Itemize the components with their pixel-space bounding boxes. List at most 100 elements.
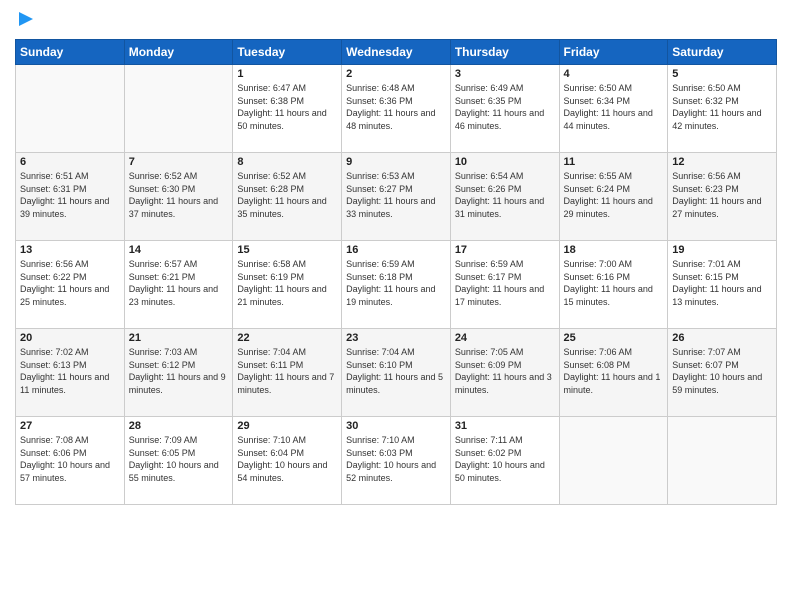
- day-info: Sunrise: 7:09 AM Sunset: 6:05 PM Dayligh…: [129, 434, 229, 484]
- weekday-header-wednesday: Wednesday: [342, 40, 451, 65]
- day-number: 21: [129, 332, 229, 344]
- day-info: Sunrise: 7:01 AM Sunset: 6:15 PM Dayligh…: [672, 258, 772, 308]
- day-number: 28: [129, 420, 229, 432]
- calendar-cell: 12 Sunrise: 6:56 AM Sunset: 6:23 PM Dayli…: [668, 153, 777, 241]
- calendar-cell: 6 Sunrise: 6:51 AM Sunset: 6:31 PM Daylig…: [16, 153, 125, 241]
- day-number: 23: [346, 332, 446, 344]
- calendar-cell: 30 Sunrise: 7:10 AM Sunset: 6:03 PM Dayli…: [342, 417, 451, 505]
- calendar-cell: 8 Sunrise: 6:52 AM Sunset: 6:28 PM Daylig…: [233, 153, 342, 241]
- calendar-cell: 19 Sunrise: 7:01 AM Sunset: 6:15 PM Dayli…: [668, 241, 777, 329]
- calendar-cell: 21Sunrise: 7:03 AM Sunset: 6:12 PM Dayli…: [124, 329, 233, 417]
- calendar-cell: 26 Sunrise: 7:07 AM Sunset: 6:07 PM Dayli…: [668, 329, 777, 417]
- weekday-header-saturday: Saturday: [668, 40, 777, 65]
- day-info: Sunrise: 7:05 AM Sunset: 6:09 PM Dayligh…: [455, 346, 555, 396]
- day-number: 25: [564, 332, 664, 344]
- day-info: Sunrise: 7:02 AM Sunset: 6:13 PM Dayligh…: [20, 346, 120, 396]
- day-info: Sunrise: 6:57 AM Sunset: 6:21 PM Dayligh…: [129, 258, 229, 308]
- day-number: 20: [20, 332, 120, 344]
- day-number: 19: [672, 244, 772, 256]
- day-number: 9: [346, 156, 446, 168]
- day-number: 17: [455, 244, 555, 256]
- day-info: Sunrise: 6:55 AM Sunset: 6:24 PM Dayligh…: [564, 170, 664, 220]
- calendar-cell: 2Sunrise: 6:48 AM Sunset: 6:36 PM Daylig…: [342, 65, 451, 153]
- calendar-cell: 25 Sunrise: 7:06 AM Sunset: 6:08 PM Dayli…: [559, 329, 668, 417]
- calendar-cell: 13 Sunrise: 6:56 AM Sunset: 6:22 PM Dayli…: [16, 241, 125, 329]
- calendar-cell: 23Sunrise: 7:04 AM Sunset: 6:10 PM Dayli…: [342, 329, 451, 417]
- calendar-cell: 14 Sunrise: 6:57 AM Sunset: 6:21 PM Dayli…: [124, 241, 233, 329]
- day-info: Sunrise: 7:06 AM Sunset: 6:08 PM Dayligh…: [564, 346, 664, 396]
- weekday-header-sunday: Sunday: [16, 40, 125, 65]
- calendar-week-5: 27 Sunrise: 7:08 AM Sunset: 6:06 PM Dayli…: [16, 417, 777, 505]
- logo-arrow-icon: [17, 10, 35, 28]
- day-info: Sunrise: 6:52 AM Sunset: 6:30 PM Dayligh…: [129, 170, 229, 220]
- day-info: Sunrise: 7:10 AM Sunset: 6:03 PM Dayligh…: [346, 434, 446, 484]
- day-info: Sunrise: 6:56 AM Sunset: 6:22 PM Dayligh…: [20, 258, 120, 308]
- calendar-cell: 20 Sunrise: 7:02 AM Sunset: 6:13 PM Dayli…: [16, 329, 125, 417]
- calendar-cell: 31Sunrise: 7:11 AM Sunset: 6:02 PM Dayli…: [450, 417, 559, 505]
- calendar-week-2: 6 Sunrise: 6:51 AM Sunset: 6:31 PM Daylig…: [16, 153, 777, 241]
- day-info: Sunrise: 6:54 AM Sunset: 6:26 PM Dayligh…: [455, 170, 555, 220]
- day-info: Sunrise: 6:49 AM Sunset: 6:35 PM Dayligh…: [455, 82, 555, 132]
- day-number: 6: [20, 156, 120, 168]
- day-number: 18: [564, 244, 664, 256]
- weekday-header-monday: Monday: [124, 40, 233, 65]
- calendar-cell: [559, 417, 668, 505]
- calendar-cell: 29 Sunrise: 7:10 AM Sunset: 6:04 PM Dayli…: [233, 417, 342, 505]
- day-number: 12: [672, 156, 772, 168]
- calendar-week-3: 13 Sunrise: 6:56 AM Sunset: 6:22 PM Dayli…: [16, 241, 777, 329]
- calendar-cell: [16, 65, 125, 153]
- calendar-cell: 10Sunrise: 6:54 AM Sunset: 6:26 PM Dayli…: [450, 153, 559, 241]
- calendar-cell: 17 Sunrise: 6:59 AM Sunset: 6:17 PM Dayli…: [450, 241, 559, 329]
- day-info: Sunrise: 6:53 AM Sunset: 6:27 PM Dayligh…: [346, 170, 446, 220]
- day-info: Sunrise: 6:58 AM Sunset: 6:19 PM Dayligh…: [237, 258, 337, 308]
- calendar-week-1: 1 Sunrise: 6:47 AM Sunset: 6:38 PM Daylig…: [16, 65, 777, 153]
- day-info: Sunrise: 7:08 AM Sunset: 6:06 PM Dayligh…: [20, 434, 120, 484]
- day-number: 5: [672, 68, 772, 80]
- calendar-cell: 28 Sunrise: 7:09 AM Sunset: 6:05 PM Dayli…: [124, 417, 233, 505]
- day-number: 29: [237, 420, 337, 432]
- day-info: Sunrise: 6:59 AM Sunset: 6:17 PM Dayligh…: [455, 258, 555, 308]
- weekday-header-tuesday: Tuesday: [233, 40, 342, 65]
- weekday-header-thursday: Thursday: [450, 40, 559, 65]
- calendar-cell: 7 Sunrise: 6:52 AM Sunset: 6:30 PM Daylig…: [124, 153, 233, 241]
- day-info: Sunrise: 7:10 AM Sunset: 6:04 PM Dayligh…: [237, 434, 337, 484]
- logo: [15, 10, 35, 33]
- calendar-cell: 3Sunrise: 6:49 AM Sunset: 6:35 PM Daylig…: [450, 65, 559, 153]
- day-number: 13: [20, 244, 120, 256]
- day-number: 8: [237, 156, 337, 168]
- calendar-week-4: 20 Sunrise: 7:02 AM Sunset: 6:13 PM Dayli…: [16, 329, 777, 417]
- calendar-table: SundayMondayTuesdayWednesdayThursdayFrid…: [15, 39, 777, 505]
- calendar-cell: [124, 65, 233, 153]
- day-info: Sunrise: 6:56 AM Sunset: 6:23 PM Dayligh…: [672, 170, 772, 220]
- page-container: SundayMondayTuesdayWednesdayThursdayFrid…: [0, 0, 792, 515]
- day-number: 22: [237, 332, 337, 344]
- day-info: Sunrise: 6:47 AM Sunset: 6:38 PM Dayligh…: [237, 82, 337, 132]
- weekday-header-friday: Friday: [559, 40, 668, 65]
- header: [15, 10, 777, 33]
- day-number: 1: [237, 68, 337, 80]
- day-number: 30: [346, 420, 446, 432]
- calendar-cell: 4 Sunrise: 6:50 AM Sunset: 6:34 PM Daylig…: [559, 65, 668, 153]
- day-info: Sunrise: 6:51 AM Sunset: 6:31 PM Dayligh…: [20, 170, 120, 220]
- day-number: 11: [564, 156, 664, 168]
- calendar-cell: 15 Sunrise: 6:58 AM Sunset: 6:19 PM Dayli…: [233, 241, 342, 329]
- weekday-header-row: SundayMondayTuesdayWednesdayThursdayFrid…: [16, 40, 777, 65]
- day-number: 14: [129, 244, 229, 256]
- calendar-cell: 1 Sunrise: 6:47 AM Sunset: 6:38 PM Daylig…: [233, 65, 342, 153]
- day-number: 7: [129, 156, 229, 168]
- day-info: Sunrise: 6:52 AM Sunset: 6:28 PM Dayligh…: [237, 170, 337, 220]
- day-number: 27: [20, 420, 120, 432]
- day-info: Sunrise: 6:48 AM Sunset: 6:36 PM Dayligh…: [346, 82, 446, 132]
- calendar-cell: 24Sunrise: 7:05 AM Sunset: 6:09 PM Dayli…: [450, 329, 559, 417]
- day-info: Sunrise: 7:04 AM Sunset: 6:11 PM Dayligh…: [237, 346, 337, 396]
- calendar-cell: 11 Sunrise: 6:55 AM Sunset: 6:24 PM Dayli…: [559, 153, 668, 241]
- calendar-cell: 18Sunrise: 7:00 AM Sunset: 6:16 PM Dayli…: [559, 241, 668, 329]
- calendar-cell: 16Sunrise: 6:59 AM Sunset: 6:18 PM Dayli…: [342, 241, 451, 329]
- day-number: 26: [672, 332, 772, 344]
- day-number: 4: [564, 68, 664, 80]
- calendar-cell: 22 Sunrise: 7:04 AM Sunset: 6:11 PM Dayli…: [233, 329, 342, 417]
- day-number: 15: [237, 244, 337, 256]
- day-info: Sunrise: 6:50 AM Sunset: 6:32 PM Dayligh…: [672, 82, 772, 132]
- day-info: Sunrise: 6:50 AM Sunset: 6:34 PM Dayligh…: [564, 82, 664, 132]
- day-info: Sunrise: 7:07 AM Sunset: 6:07 PM Dayligh…: [672, 346, 772, 396]
